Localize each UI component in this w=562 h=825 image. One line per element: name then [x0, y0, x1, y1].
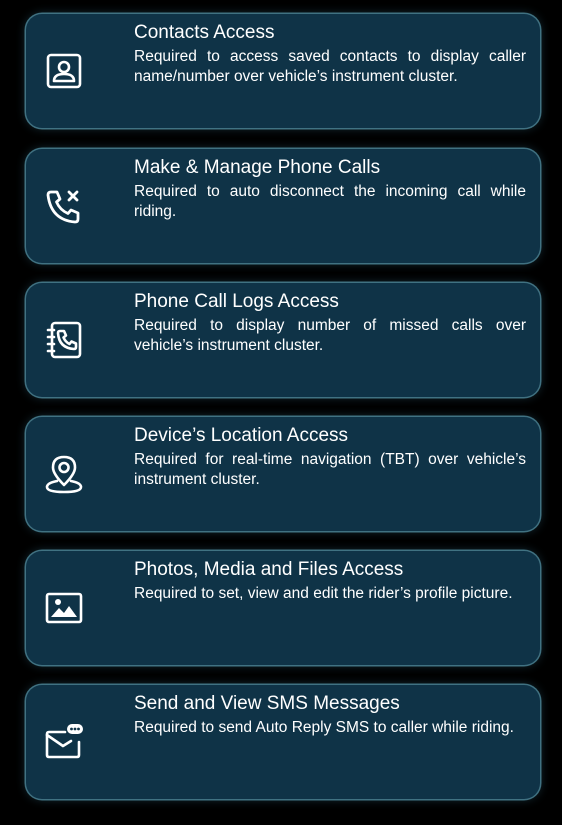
permission-description: Required to auto disconnect the incoming…: [134, 183, 526, 220]
permission-description: Required to send Auto Reply SMS to calle…: [134, 719, 514, 736]
permission-title: Photos, Media and Files Access: [134, 559, 404, 580]
permission-card-photos: Photos, Media and Files Access Required …: [26, 551, 540, 665]
permission-title: Send and View SMS Messages: [134, 693, 400, 714]
permission-card-sms: Send and View SMS Messages Required to s…: [26, 685, 540, 799]
permission-card-phone-calls: Make & Manage Phone Calls Required to au…: [26, 149, 540, 263]
permission-title: Contacts Access: [134, 22, 275, 43]
image-icon: [44, 588, 84, 628]
permission-card-contacts: Contacts Access Required to access saved…: [26, 14, 540, 128]
sms-envelope-icon: [44, 722, 84, 762]
permission-title: Device’s Location Access: [134, 425, 349, 446]
phone-disconnect-icon: [44, 186, 84, 226]
contact-card-icon: [44, 51, 84, 91]
permission-description: Required to access saved contacts to dis…: [134, 48, 526, 85]
permission-description: Required to set, view and edit the rider…: [134, 585, 513, 602]
call-log-book-icon: [44, 320, 84, 360]
permission-card-location: Device’s Location Access Required for re…: [26, 417, 540, 531]
permission-title: Make & Manage Phone Calls: [134, 157, 381, 178]
permission-card-call-logs: Phone Call Logs Access Required to displ…: [26, 283, 540, 397]
permission-description: Required to display number of missed cal…: [134, 317, 526, 354]
permission-title: Phone Call Logs Access: [134, 291, 339, 312]
location-pin-icon: [44, 454, 84, 494]
permission-description: Required for real-time navigation (TBT) …: [134, 451, 526, 488]
